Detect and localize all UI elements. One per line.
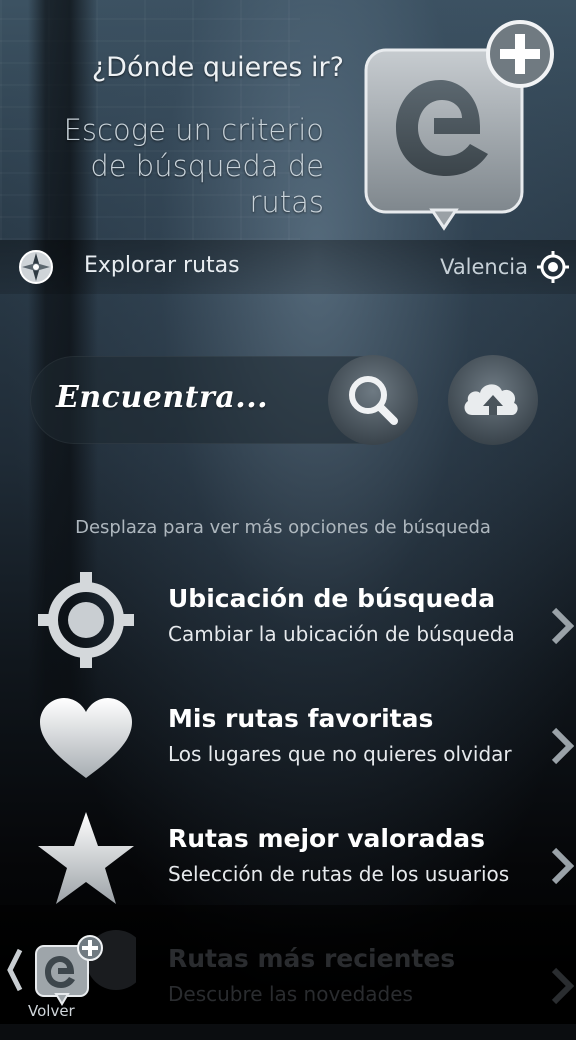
crosshair-icon [38,572,134,668]
list-item-favorite-routes[interactable]: Mis rutas favoritas Los lugares que no q… [0,690,576,800]
item-title: Ubicación de búsqueda [168,584,496,613]
item-subtitle: Descubre las novedades [168,982,413,1006]
app-logo-icon [364,20,554,231]
back-app-icon [7,935,103,1006]
chevron-right-icon [551,967,574,1005]
location-row: Explorar rutas Valencia [0,240,576,294]
chevron-right-icon [551,607,574,645]
cloud-upload-button[interactable] [448,355,538,445]
back-label: Volver [28,1002,75,1020]
item-title: Mis rutas favoritas [168,704,434,733]
chevron-right-icon [551,847,574,885]
search-input[interactable]: Encuentra... [56,380,268,415]
city-label[interactable]: Valencia [440,255,528,279]
explore-routes-link[interactable]: Explorar rutas [84,253,240,278]
cloud-upload-icon [464,384,518,415]
page-subtitle: Escoge un criterio de búsqueda de rutas [63,113,324,219]
location-target-icon[interactable] [536,250,570,284]
item-subtitle: Cambiar la ubicación de búsqueda [168,622,515,646]
star-icon [38,812,134,904]
compass-icon[interactable] [18,249,54,285]
item-title: Rutas mejor valoradas [168,824,485,853]
magnifier-icon [349,376,398,425]
chevron-right-icon [551,727,574,765]
item-subtitle: Los lugares que no quieres olvidar [168,742,512,766]
page-title: ¿Dónde quieres ir? [91,52,344,83]
scroll-hint: Desplaza para ver más opciones de búsque… [75,517,491,538]
item-title: Rutas más recientes [168,944,456,973]
search-button[interactable] [328,355,418,445]
item-subtitle: Selección de rutas de los usuarios [168,862,510,886]
heart-icon [40,698,132,778]
list-item-search-location[interactable]: Ubicación de búsqueda Cambiar la ubicaci… [0,570,576,680]
list-item-top-rated[interactable]: Rutas mejor valoradas Selección de rutas… [0,810,576,920]
